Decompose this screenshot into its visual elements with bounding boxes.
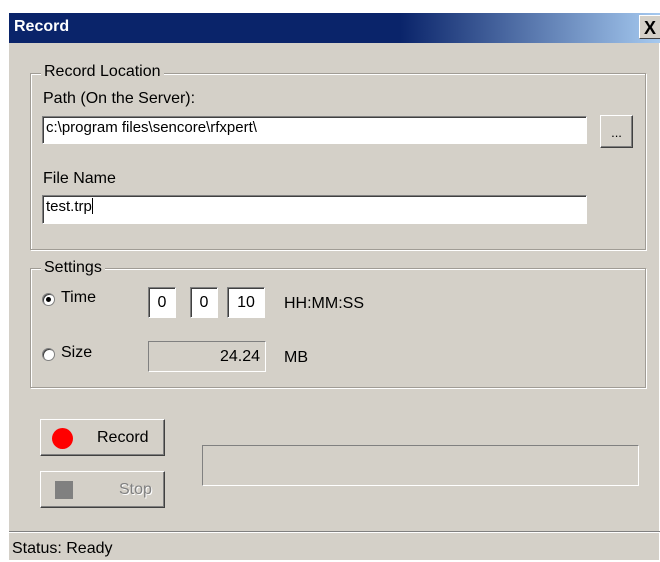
status-bar: Status: Ready [9,531,660,562]
size-unit-label: MB [284,349,308,366]
hours-input[interactable]: 0 [148,287,176,318]
record-dialog: Record X Record Location Path (On the Se… [8,12,660,561]
close-icon: X [643,18,656,38]
square-stop-icon [55,481,73,499]
stop-button[interactable]: Stop [40,471,165,508]
record-button-label: Record [97,429,149,446]
record-location-legend: Record Location [41,63,164,81]
size-radio[interactable] [42,348,55,361]
filename-value: test.trp [46,198,92,215]
radio-selected-dot [46,297,51,302]
size-label[interactable]: Size [61,344,92,362]
settings-group [30,268,646,388]
time-radio[interactable] [42,293,55,306]
filename-input[interactable]: test.trp [42,195,587,224]
time-label[interactable]: Time [61,289,96,307]
filename-label: File Name [43,170,116,187]
record-button[interactable]: Record [40,419,165,456]
window-title: Record [14,18,70,35]
path-label: Path (On the Server): [43,90,196,107]
time-format-label: HH:MM:SS [284,295,364,312]
path-input[interactable]: c:\program files\sencore\rfxpert\ [42,116,587,144]
stop-button-label: Stop [119,481,152,498]
record-progress-bar [202,445,639,486]
seconds-input[interactable]: 10 [227,287,265,318]
ellipsis-icon: ... [611,125,622,140]
text-cursor [91,198,93,214]
size-value-field: 24.24 [148,341,266,372]
title-bar[interactable]: Record X [9,13,660,43]
status-text: Status: Ready [12,540,113,557]
red-circle-icon [52,428,73,449]
close-button[interactable]: X [639,15,660,39]
browse-button[interactable]: ... [600,115,633,148]
minutes-input[interactable]: 0 [190,287,218,318]
settings-legend: Settings [41,259,105,277]
